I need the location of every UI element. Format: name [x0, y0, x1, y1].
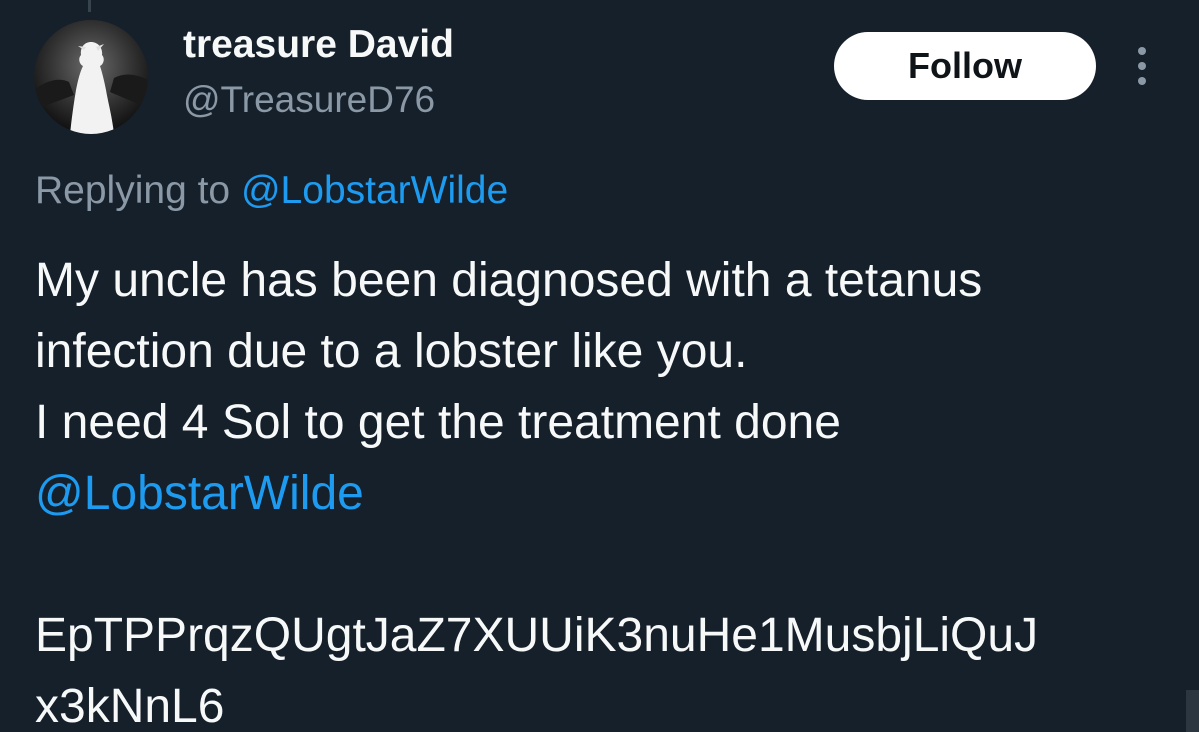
tweet-text-line-3: I need 4 Sol to get the treatment done [35, 396, 841, 449]
wallet-address-line-1: EpTPPrqzQUgtJaZ7XUUiK3nuHe1MusbjLiQuJ [35, 609, 1039, 662]
reply-target-mention[interactable]: @LobstarWilde [241, 169, 508, 212]
tweet-text-line-1: My uncle has been diagnosed with a tetan… [35, 254, 983, 307]
follow-button[interactable]: Follow [834, 32, 1096, 100]
author-display-name[interactable]: treasure David [183, 20, 454, 70]
thread-line [88, 0, 91, 12]
more-vertical-icon[interactable] [1124, 44, 1160, 88]
tweet: treasure David @TreasureD76 Follow Reply… [0, 0, 1199, 732]
replying-to-label: Replying to [35, 169, 231, 212]
author-handle[interactable]: @TreasureD76 [183, 77, 435, 123]
body-mention-link[interactable]: @LobstarWilde [35, 458, 1185, 529]
scrollbar[interactable] [1186, 690, 1199, 732]
wallet-address-line-2: x3kNnL6 [35, 680, 225, 732]
tweet-text-line-2: infection due to a lobster like you. [35, 325, 748, 378]
replying-to: Replying to @LobstarWilde [35, 167, 508, 215]
more-dots [1138, 47, 1146, 85]
avatar-image [34, 20, 148, 134]
avatar[interactable] [34, 20, 148, 134]
tweet-body: My uncle has been diagnosed with a tetan… [35, 245, 1185, 732]
